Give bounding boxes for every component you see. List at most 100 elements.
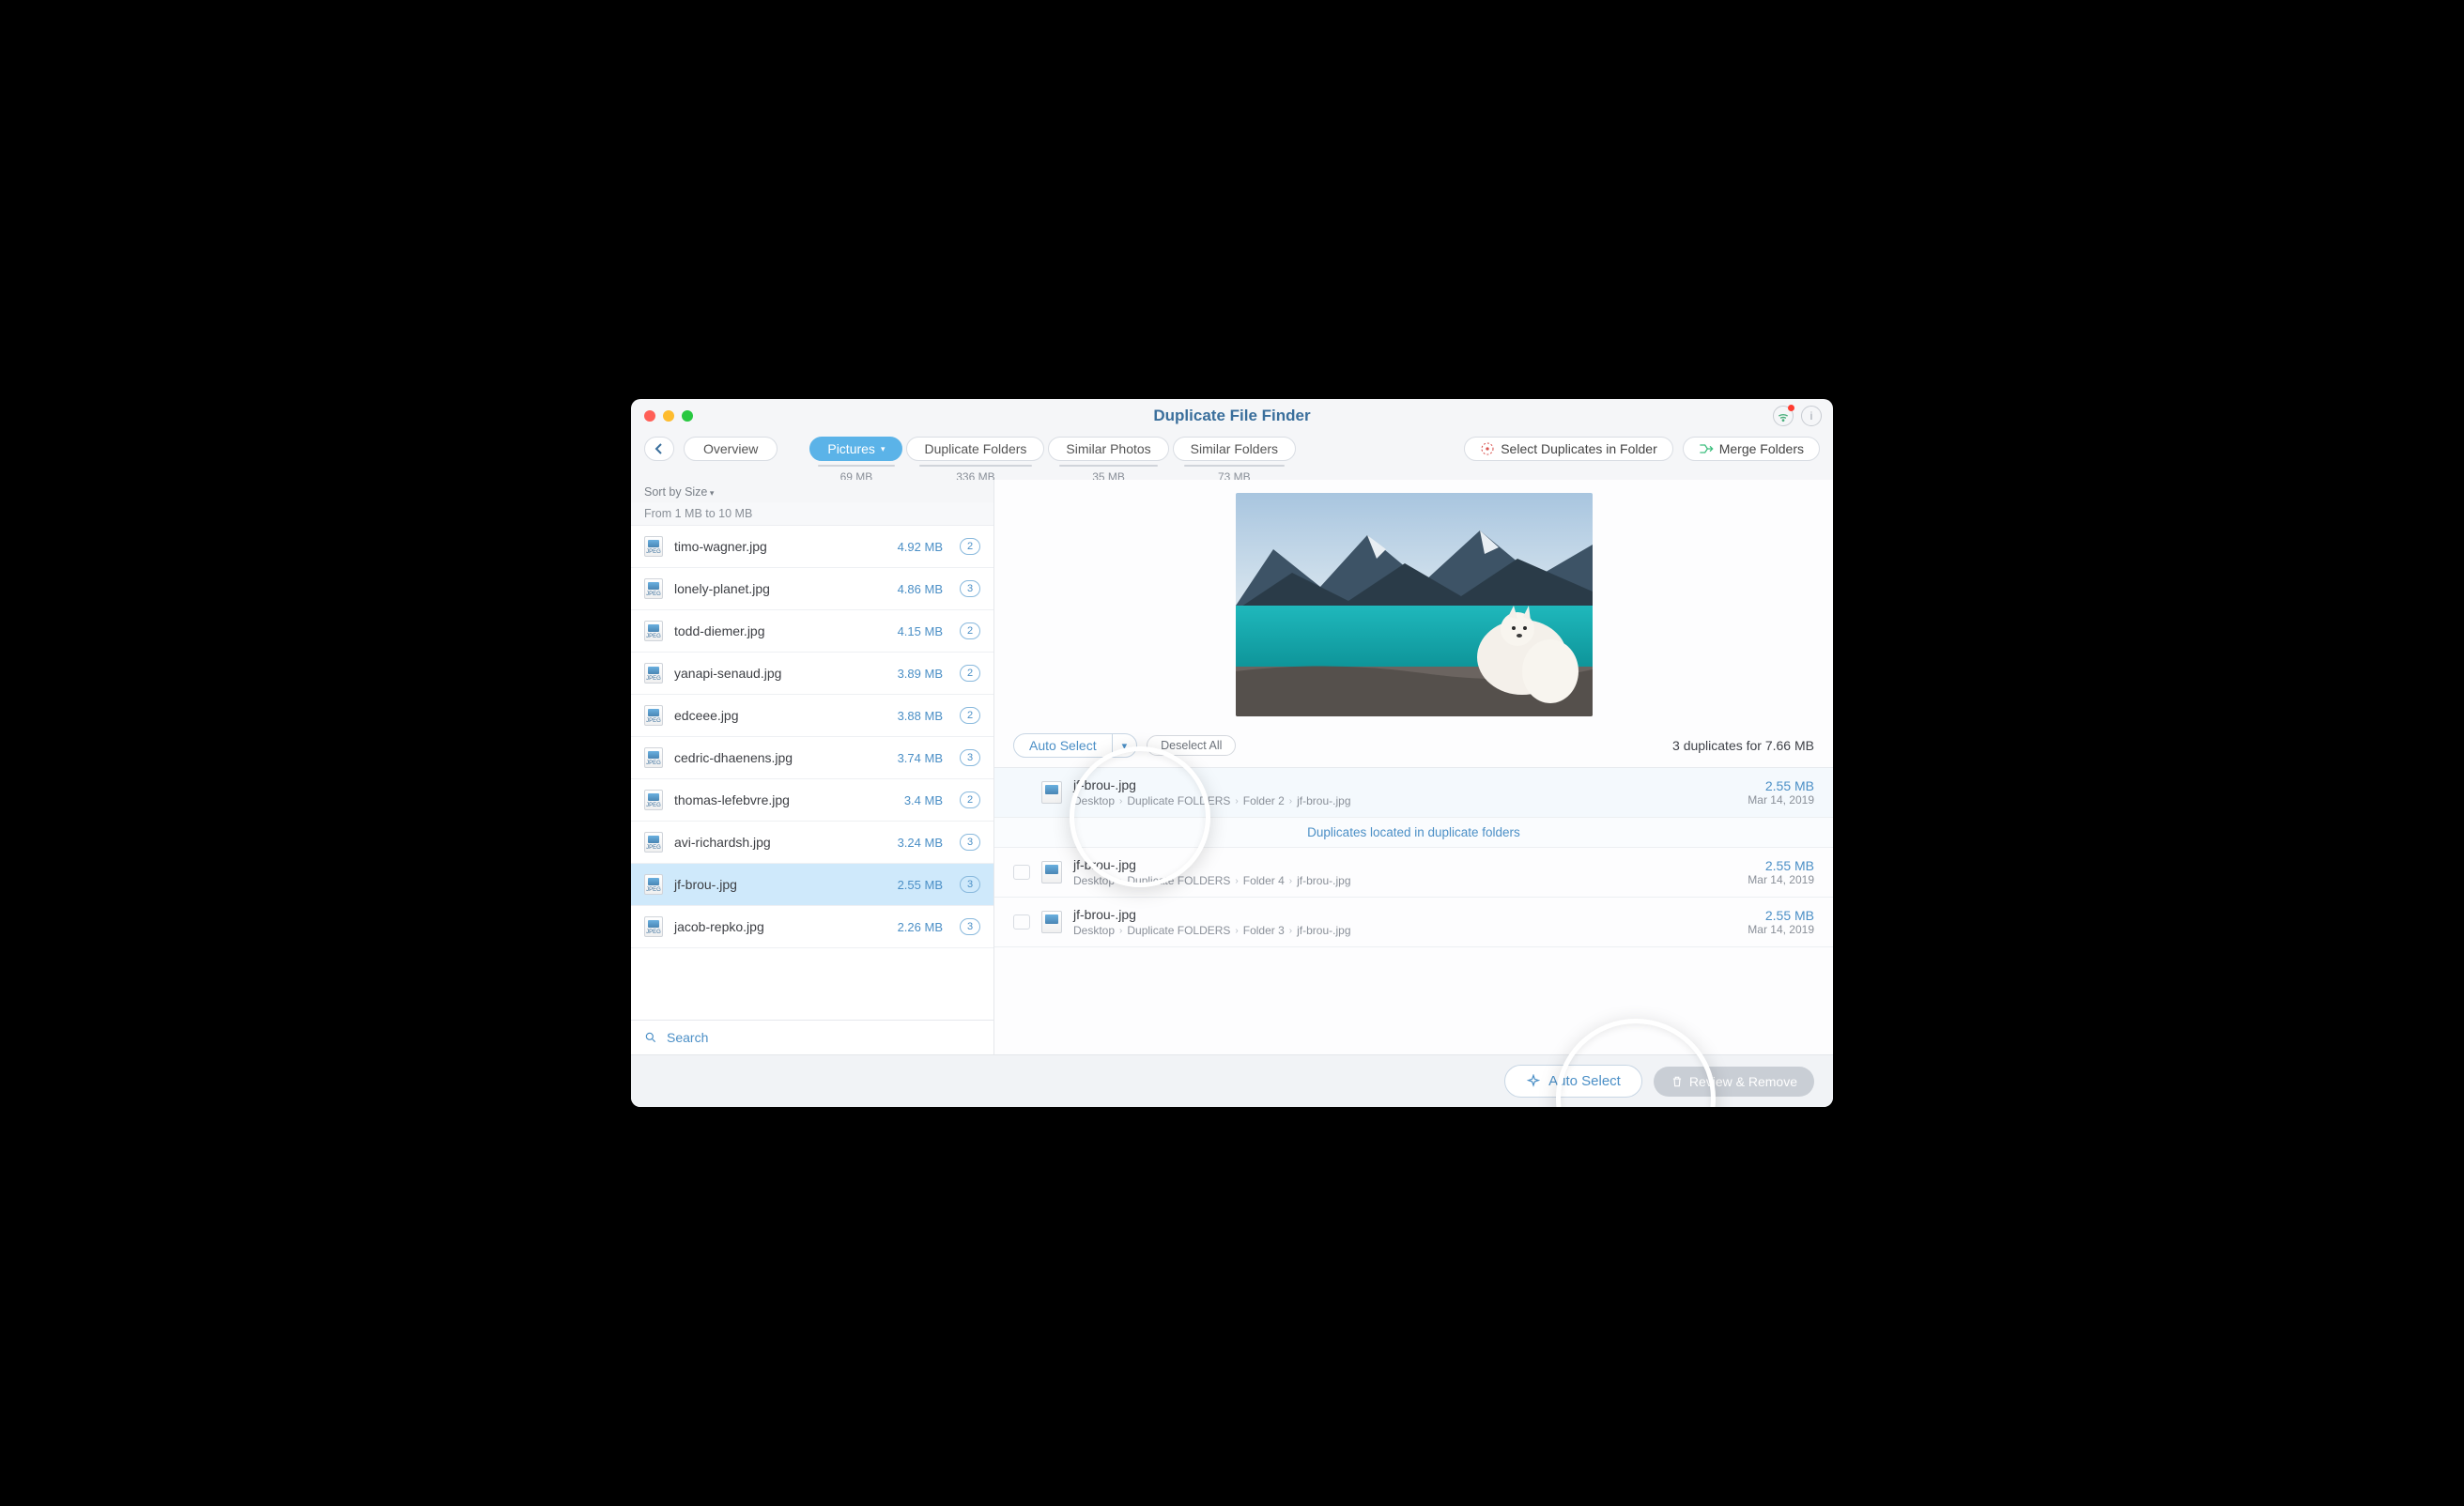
sidebar: Sort by Size ▾ From 1 MB to 10 MB JPEG ti… — [631, 480, 994, 1054]
tab-similar-photos[interactable]: Similar Photos — [1048, 437, 1168, 461]
jpeg-file-icon: JPEG — [644, 663, 663, 684]
file-name: avi-richardsh.jpg — [674, 835, 886, 850]
file-name: jf-brou-.jpg — [674, 877, 886, 892]
duplicate-row[interactable]: jf-brou-.jpg Desktop›Duplicate FOLDERS›Fo… — [994, 898, 1833, 947]
file-row[interactable]: JPEGedceee.jpg3.88 MB2 — [631, 695, 993, 737]
info-icon[interactable]: i — [1801, 406, 1822, 426]
search-icon — [644, 1031, 657, 1044]
auto-select-dropdown[interactable]: Auto Select ▾ — [1013, 733, 1137, 758]
jpeg-file-icon: JPEG — [644, 536, 663, 557]
jpeg-file-icon: JPEG — [644, 578, 663, 599]
file-name: timo-wagner.jpg — [674, 539, 886, 554]
jpeg-file-icon — [1041, 911, 1062, 933]
select-duplicates-button[interactable]: Select Duplicates in Folder — [1464, 437, 1673, 461]
duplicate-count-badge: 3 — [960, 749, 980, 766]
merge-icon — [1699, 442, 1714, 455]
file-size: 3.74 MB — [898, 751, 943, 765]
duplicate-count-badge: 2 — [960, 622, 980, 639]
chevron-left-icon — [654, 443, 664, 454]
duplicate-count-badge: 2 — [960, 538, 980, 555]
duplicate-summary: 3 duplicates for 7.66 MB — [1672, 738, 1814, 753]
file-size: 4.86 MB — [898, 582, 943, 596]
duplicate-list[interactable]: jf-brou-.jpg Desktop›Duplicate FOLDERS›Fo… — [994, 768, 1833, 1054]
deselect-all-button[interactable]: Deselect All — [1147, 735, 1236, 756]
duplicate-count-badge: 2 — [960, 791, 980, 808]
footer: Auto Select Review & Remove — [631, 1054, 1833, 1107]
folder-icon — [1013, 865, 1030, 880]
file-row[interactable]: JPEG cedric-dhaenens.jpg 3.74 MB 3 — [631, 737, 993, 779]
file-row[interactable]: JPEGjacob-repko.jpg2.26 MB3 — [631, 906, 993, 948]
duplicate-count-badge: 3 — [960, 918, 980, 935]
file-size: 3.88 MB — [898, 709, 943, 723]
jpeg-file-icon: JPEG — [644, 790, 663, 810]
preview-area — [994, 480, 1833, 726]
duplicate-folder-banner: Duplicates located in duplicate folders — [994, 818, 1833, 848]
file-name: lonely-planet.jpg — [674, 581, 886, 596]
tab-similar-folders[interactable]: Similar Folders — [1173, 437, 1296, 461]
tab-duplicate-folders[interactable]: Duplicate Folders — [906, 437, 1044, 461]
file-name: todd-diemer.jpg — [674, 623, 886, 638]
duplicate-date: Mar 14, 2019 — [1748, 873, 1814, 886]
detail-actions: Auto Select ▾ Deselect All 3 duplicates … — [994, 726, 1833, 768]
file-name: cedric-dhaenens.jpg — [674, 750, 886, 765]
duplicate-row[interactable]: jf-brou-.jpgDesktop›Duplicate FOLDERS›Fo… — [994, 848, 1833, 898]
duplicate-name: jf-brou-.jpg — [1073, 777, 1736, 792]
chevron-down-icon: ▾ — [881, 444, 886, 454]
tab-pictures[interactable]: Pictures▾ — [809, 437, 902, 461]
sort-dropdown[interactable]: Sort by Size ▾ — [631, 480, 993, 502]
search-input[interactable]: Search — [631, 1020, 993, 1054]
notification-dot-icon — [1788, 405, 1794, 411]
preview-image[interactable] — [1236, 493, 1593, 716]
review-remove-button[interactable]: Review & Remove — [1654, 1067, 1814, 1097]
duplicate-size: 2.55 MB — [1748, 858, 1814, 873]
duplicate-size: 2.55 MB — [1748, 778, 1814, 793]
file-row[interactable]: JPEGyanapi-senaud.jpg3.89 MB2 — [631, 653, 993, 695]
duplicate-size: 2.55 MB — [1748, 908, 1814, 923]
chevron-down-icon: ▾ — [707, 488, 714, 498]
jpeg-file-icon: JPEG — [644, 874, 663, 895]
size-section-header: From 1 MB to 10 MB — [631, 502, 993, 526]
duplicate-name: jf-brou-.jpg — [1073, 907, 1736, 922]
file-size: 2.26 MB — [898, 920, 943, 934]
app-title: Duplicate File Finder — [631, 407, 1833, 425]
file-name: thomas-lefebvre.jpg — [674, 792, 893, 807]
file-row[interactable]: JPEG lonely-planet.jpg 4.86 MB 3 — [631, 568, 993, 610]
toolbar: Overview Pictures▾69 MBDuplicate Folders… — [631, 433, 1833, 480]
file-row[interactable]: JPEGjf-brou-.jpg2.55 MB3 — [631, 864, 993, 906]
auto-select-button[interactable]: Auto Select — [1504, 1065, 1642, 1098]
sparkle-icon — [1526, 1074, 1541, 1089]
app-window: Duplicate File Finder i Overview Picture… — [631, 399, 1833, 1107]
trash-icon — [1671, 1075, 1684, 1088]
duplicate-name: jf-brou-.jpg — [1073, 857, 1736, 872]
checkbox[interactable] — [1013, 914, 1030, 930]
file-size: 2.55 MB — [898, 878, 943, 892]
jpeg-file-icon: JPEG — [644, 705, 663, 726]
target-icon — [1480, 441, 1495, 456]
file-size: 3.4 MB — [904, 793, 943, 807]
checkbox[interactable] — [1013, 865, 1030, 880]
jpeg-file-icon — [1041, 781, 1062, 804]
file-size: 3.24 MB — [898, 836, 943, 850]
file-row[interactable]: JPEGtimo-wagner.jpg4.92 MB2 — [631, 526, 993, 568]
detail-pane: Auto Select ▾ Deselect All 3 duplicates … — [994, 480, 1833, 1054]
back-button[interactable] — [644, 437, 674, 461]
jpeg-file-icon: JPEG — [644, 916, 663, 937]
file-row[interactable]: JPEGavi-richardsh.jpg3.24 MB3 — [631, 822, 993, 864]
file-list[interactable]: JPEGtimo-wagner.jpg4.92 MB2JPEGlonely-pl… — [631, 526, 993, 1020]
duplicate-path: Desktop›Duplicate FOLDERS›Folder 3›jf-br… — [1073, 924, 1736, 937]
chevron-down-icon[interactable]: ▾ — [1112, 734, 1137, 757]
network-icon[interactable] — [1773, 406, 1794, 426]
file-name: yanapi-senaud.jpg — [674, 666, 886, 681]
jpeg-file-icon: JPEG — [644, 832, 663, 853]
duplicate-count-badge: 3 — [960, 580, 980, 597]
file-row[interactable]: JPEG thomas-lefebvre.jpg 3.4 MB 2 — [631, 779, 993, 822]
folder-icon — [1013, 914, 1030, 930]
duplicate-path: Desktop›Duplicate FOLDERS›Folder 2›jf-br… — [1073, 794, 1736, 807]
file-row[interactable]: JPEGtodd-diemer.jpg4.15 MB2 — [631, 610, 993, 653]
overview-button[interactable]: Overview — [684, 437, 778, 461]
merge-folders-button[interactable]: Merge Folders — [1683, 437, 1820, 461]
duplicate-count-badge: 2 — [960, 707, 980, 724]
jpeg-file-icon: JPEG — [644, 621, 663, 641]
jpeg-file-icon: JPEG — [644, 747, 663, 768]
duplicate-row[interactable]: jf-brou-.jpg Desktop›Duplicate FOLDERS›Fo… — [994, 768, 1833, 818]
